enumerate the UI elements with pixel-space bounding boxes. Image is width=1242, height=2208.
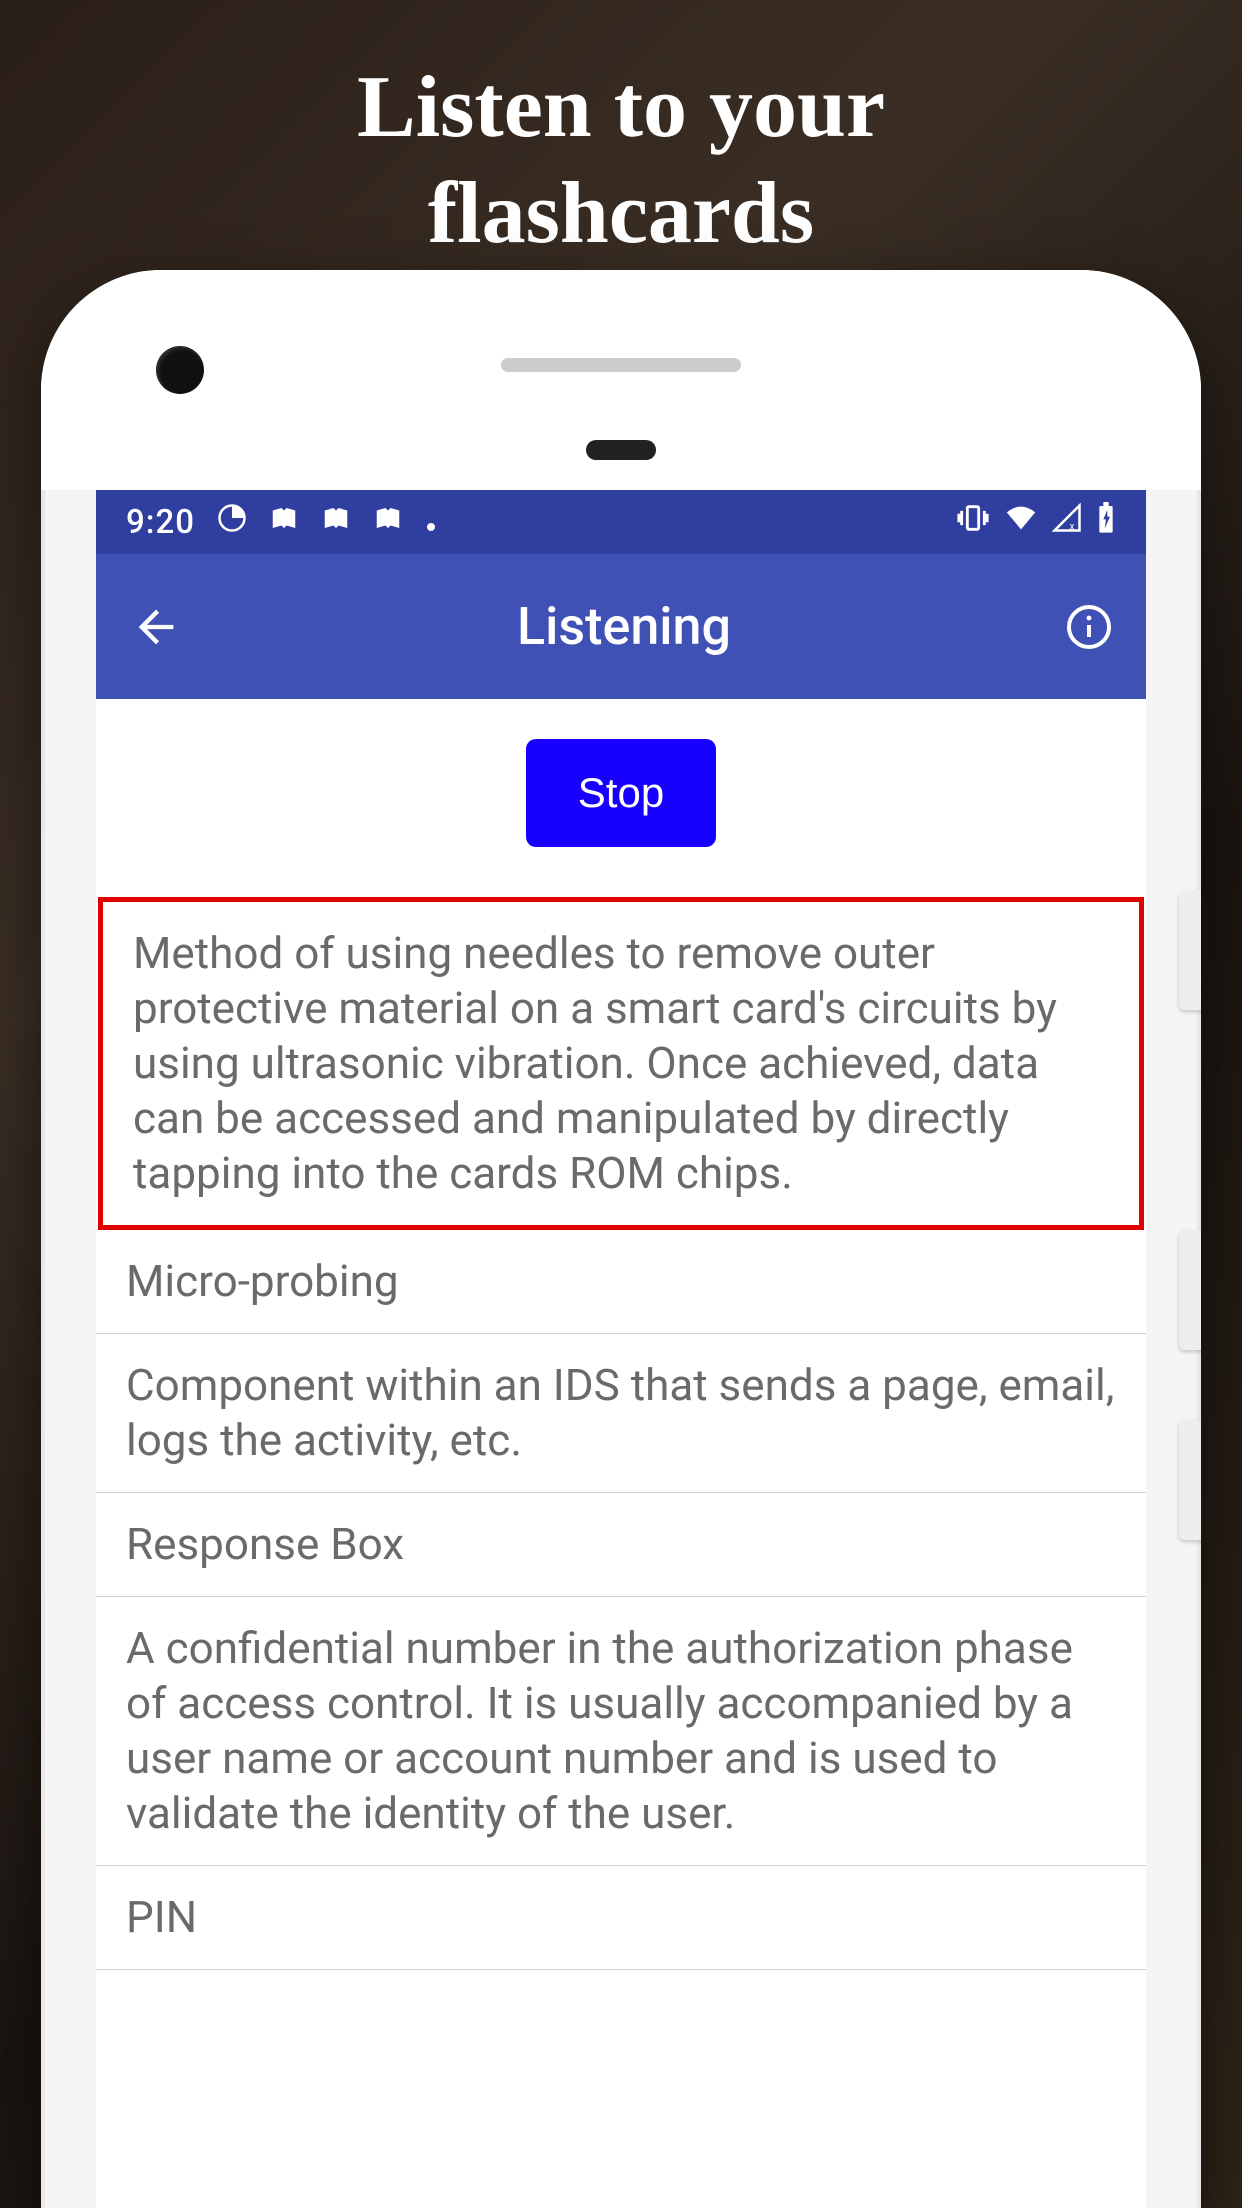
card-row[interactable]: Component within an IDS that sends a pag… bbox=[96, 1334, 1146, 1493]
phone-side-button bbox=[1179, 1420, 1201, 1540]
card-row[interactable]: Method of using needles to remove outer … bbox=[98, 897, 1144, 1230]
card-row[interactable]: A confidential number in the authorizati… bbox=[96, 1597, 1146, 1866]
card-row[interactable]: Response Box bbox=[96, 1493, 1146, 1597]
book-icon bbox=[269, 503, 299, 542]
book-icon bbox=[373, 503, 403, 542]
promo-title: Listen to your flashcards bbox=[0, 0, 1242, 266]
phone-bezel-top bbox=[41, 270, 1201, 490]
card-row[interactable]: PIN bbox=[96, 1866, 1146, 1970]
info-button[interactable] bbox=[1062, 600, 1116, 654]
signal-icon: x bbox=[1052, 503, 1082, 542]
more-dot-icon bbox=[425, 503, 437, 542]
phone-frame: 9:20 bbox=[41, 270, 1201, 2208]
promo-line1: Listen to your bbox=[0, 55, 1242, 161]
svg-text:x: x bbox=[1070, 521, 1075, 532]
status-bar: 9:20 bbox=[96, 490, 1146, 554]
arrow-left-icon bbox=[130, 601, 182, 653]
info-icon bbox=[1065, 603, 1113, 651]
content-area: Stop Method of using needles to remove o… bbox=[96, 699, 1146, 1970]
speaker-icon bbox=[501, 358, 741, 372]
wifi-icon bbox=[1004, 503, 1038, 542]
stop-button[interactable]: Stop bbox=[526, 739, 716, 847]
vibrate-icon bbox=[956, 503, 990, 542]
back-button[interactable] bbox=[126, 597, 186, 657]
page-title: Listening bbox=[186, 596, 1062, 657]
book-icon bbox=[321, 503, 351, 542]
phone-side-button bbox=[1179, 1230, 1201, 1350]
card-list: Method of using needles to remove outer … bbox=[96, 897, 1146, 1970]
proximity-sensor-icon bbox=[586, 440, 656, 460]
camera-icon bbox=[156, 346, 204, 394]
app-bar: Listening bbox=[96, 554, 1146, 699]
status-time: 9:20 bbox=[126, 503, 195, 542]
controls-row: Stop bbox=[96, 699, 1146, 897]
phone-side-button bbox=[1179, 890, 1201, 1010]
phone-screen: 9:20 bbox=[96, 490, 1146, 2208]
promo-line2: flashcards bbox=[0, 161, 1242, 267]
card-row[interactable]: Micro-probing bbox=[96, 1230, 1146, 1334]
notification-icon bbox=[217, 503, 247, 542]
battery-charging-icon bbox=[1096, 502, 1116, 543]
